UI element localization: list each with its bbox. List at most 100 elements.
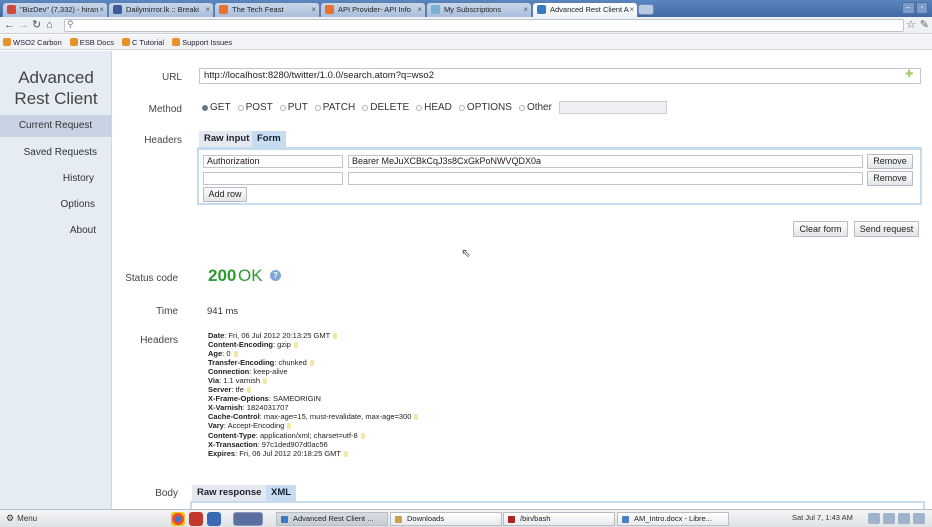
subscriptions-icon	[431, 5, 440, 14]
bookmark-wso2-carbon[interactable]: WSO2 Carbon	[3, 38, 62, 47]
response-header-row: Age: 0	[208, 349, 608, 358]
battery-icon[interactable]	[913, 513, 925, 524]
user-icon[interactable]	[883, 513, 895, 524]
remove-header-button[interactable]: Remove	[867, 154, 913, 169]
response-header-row: X-Varnish: 1824031707	[208, 403, 608, 412]
sidebar-item-saved-requests[interactable]: Saved Requests	[24, 147, 97, 158]
tab-xml[interactable]: XML	[266, 485, 297, 501]
response-body-panel	[190, 501, 925, 509]
header-help-icon[interactable]	[414, 414, 419, 421]
close-icon[interactable]: ×	[99, 3, 104, 16]
response-header-value: Fri, 06 Jul 2012 20:13:25 GMT	[228, 331, 331, 340]
browser-tab-gmail[interactable]: "BizDev" (7,332) - hiran ×	[2, 2, 108, 17]
header-name-input[interactable]: Authorization	[203, 155, 343, 168]
header-help-icon[interactable]	[287, 423, 292, 430]
task-title: /bin/bash	[520, 514, 551, 523]
header-value-input[interactable]	[348, 172, 863, 185]
method-delete-radio[interactable]: DELETE	[362, 102, 409, 113]
header-help-icon[interactable]	[333, 333, 338, 340]
network-icon[interactable]	[868, 513, 880, 524]
back-arrow-icon[interactable]: ←	[4, 18, 15, 32]
header-help-icon[interactable]	[246, 387, 251, 394]
url-label: URL	[161, 72, 182, 83]
home-icon[interactable]: ⌂	[46, 18, 53, 32]
header-help-icon[interactable]	[293, 342, 298, 349]
taskbar-item-rest-client[interactable]: Advanced Rest Client ...	[276, 512, 388, 526]
header-value-input[interactable]: Bearer MeJuXCBkCqJ3s8CxGkPoNWVQDX0a	[348, 155, 863, 168]
time-value: 941 ms	[207, 306, 239, 317]
tab-title: Advanced Rest Client A	[550, 5, 629, 14]
method-get-radio[interactable]: GET	[202, 102, 231, 113]
bookmark-icon	[121, 38, 130, 46]
tab-raw-response[interactable]: Raw response	[192, 485, 267, 501]
clear-form-button[interactable]: Clear form	[793, 221, 848, 237]
workspace-switcher[interactable]	[233, 512, 263, 526]
sidebar-item-about[interactable]: About	[70, 225, 96, 236]
browser-tab-subscriptions[interactable]: My Subscriptions ×	[426, 2, 532, 17]
radio-label: DELETE	[370, 102, 410, 113]
browser-tab-api-provider[interactable]: API Provider- API Info ×	[320, 2, 426, 17]
close-icon[interactable]: ×	[417, 3, 422, 16]
sidebar-item-current-request[interactable]: Current Request	[0, 115, 111, 137]
header-help-icon[interactable]	[262, 378, 267, 385]
sidebar-item-options[interactable]: Options	[61, 199, 95, 210]
browser-tab-dailymirror[interactable]: Dailymirror.lk :: Breaki ×	[108, 2, 214, 17]
forward-arrow-icon[interactable]: →	[18, 18, 29, 32]
other-method-input[interactable]	[558, 101, 667, 114]
volume-icon[interactable]	[898, 513, 910, 524]
help-icon[interactable]: ?	[270, 270, 281, 281]
radio-dot-icon	[458, 104, 465, 111]
bookmark-support-issues[interactable]: Support Issues	[172, 38, 232, 47]
office-launcher-icon[interactable]	[207, 512, 221, 526]
taskbar-item-libreoffice[interactable]: AM_Intro.docx - Libre...	[617, 512, 729, 526]
method-options-radio[interactable]: OPTIONS	[458, 102, 512, 113]
browser-tab-tech-feast[interactable]: The Tech Feast ×	[214, 2, 320, 17]
new-tab-button[interactable]	[638, 4, 654, 15]
bookmark-icon	[3, 38, 11, 46]
maximize-icon[interactable]: ▫	[915, 2, 928, 14]
header-help-icon[interactable]	[360, 432, 365, 439]
method-patch-radio[interactable]: PATCH	[314, 102, 355, 113]
sidebar-item-history[interactable]: History	[63, 173, 94, 184]
close-icon[interactable]: ×	[523, 3, 528, 16]
task-title: Advanced Rest Client ...	[293, 514, 374, 523]
header-help-icon[interactable]	[309, 360, 314, 367]
tab-title: API Provider- API Info	[338, 5, 411, 14]
method-other-radio[interactable]: Other	[518, 102, 552, 113]
reload-icon[interactable]: ↻	[32, 18, 41, 32]
header-help-icon[interactable]	[233, 351, 238, 358]
response-header-row: X-Frame-Options: SAMEORIGIN	[208, 394, 608, 403]
bookmark-c-tutorial[interactable]: C Tutorial	[121, 38, 164, 47]
address-bar[interactable]: ⚲	[64, 19, 904, 32]
method-put-radio[interactable]: PUT	[279, 102, 308, 113]
minimize-icon[interactable]: –	[902, 2, 915, 14]
method-post-radio[interactable]: POST	[237, 102, 273, 113]
wrench-icon[interactable]: ✎	[920, 18, 929, 31]
header-name-input[interactable]	[203, 172, 343, 185]
add-row-button[interactable]: Add row	[203, 187, 247, 202]
menu-button[interactable]: ⚙ Menu	[6, 513, 37, 524]
gear-icon: ⚙	[6, 513, 15, 523]
browser-tab-advanced-rest-client[interactable]: Advanced Rest Client A ×	[532, 2, 638, 17]
close-icon[interactable]: ×	[205, 3, 210, 16]
send-request-button[interactable]: Send request	[854, 221, 919, 237]
tab-raw-input[interactable]: Raw input	[199, 131, 255, 147]
radio-label: Other	[526, 102, 552, 113]
taskbar-item-downloads[interactable]: Downloads	[390, 512, 502, 526]
tab-form[interactable]: Form	[252, 131, 286, 147]
mail-launcher-icon[interactable]	[189, 512, 203, 526]
chrome-launcher-icon[interactable]	[171, 512, 185, 526]
bookmark-star-icon[interactable]: ☆	[906, 18, 916, 31]
page-content: Advanced Rest Client Current Request Sav…	[0, 51, 932, 509]
response-headers-list: Date: Fri, 06 Jul 2012 20:13:25 GMT Conte…	[208, 331, 608, 458]
status-text: OK	[238, 266, 263, 285]
url-input[interactable]: http://localhost:8280/twitter/1.0.0/sear…	[199, 68, 921, 84]
add-icon[interactable]: ✚	[905, 69, 913, 80]
bookmark-esb-docs[interactable]: ESB Docs	[69, 38, 114, 47]
taskbar-item-bash[interactable]: /bin/bash	[503, 512, 615, 526]
header-help-icon[interactable]	[344, 450, 348, 457]
remove-header-button[interactable]: Remove	[867, 171, 913, 186]
method-head-radio[interactable]: HEAD	[416, 102, 452, 113]
close-icon[interactable]: ×	[629, 3, 634, 16]
close-icon[interactable]: ×	[311, 3, 316, 16]
